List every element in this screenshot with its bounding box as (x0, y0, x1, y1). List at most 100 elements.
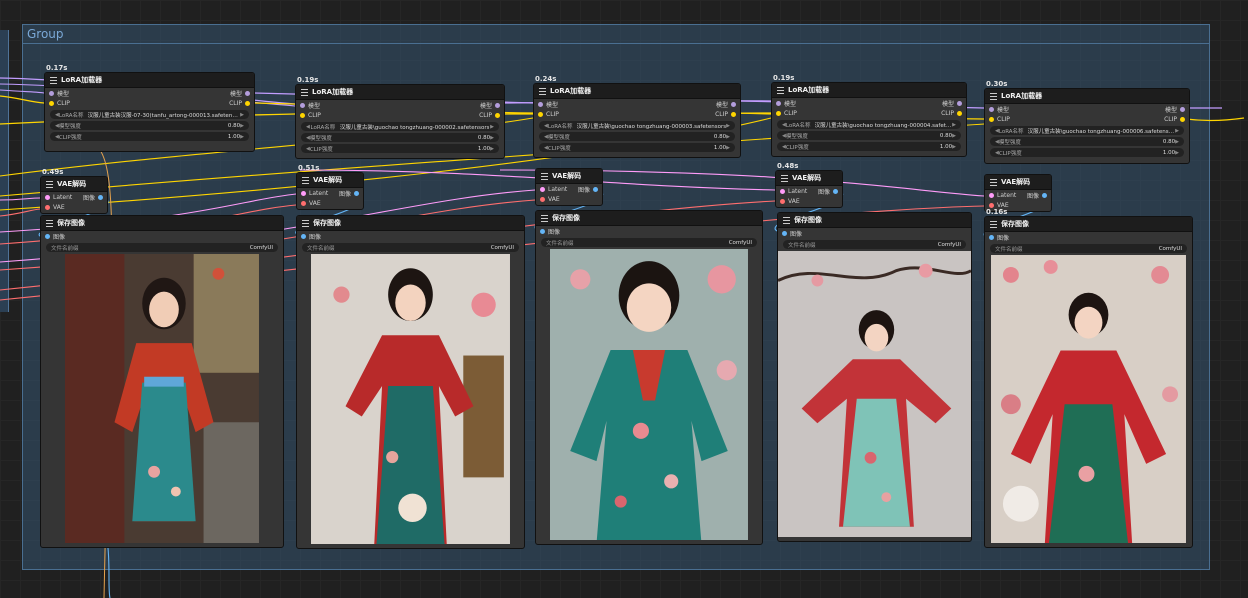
node-title-bar[interactable]: VAE解码 (536, 169, 602, 184)
arrow-right-icon[interactable]: ▶ (490, 135, 494, 141)
model-input-socket[interactable] (538, 101, 543, 107)
clip-strength-slider[interactable]: ◀ CLIP强度 1.00 ▶ (539, 143, 735, 152)
vae-input-socket[interactable] (780, 198, 785, 204)
filename-prefix-input[interactable]: 文件名前缀 ComfyUI (990, 244, 1187, 253)
image-input-socket[interactable] (989, 234, 994, 240)
model-input-socket[interactable] (989, 106, 994, 112)
model-strength-slider[interactable]: ◀ 模型强度 0.80 ▶ (50, 121, 249, 130)
vae-input-socket[interactable] (989, 202, 994, 208)
clip-output-socket[interactable] (245, 100, 250, 106)
clip-input-socket[interactable] (776, 110, 781, 116)
clip-strength-slider[interactable]: ◀ CLIP强度 1.00 ▶ (777, 142, 961, 151)
arrow-right-icon[interactable]: ▶ (1175, 128, 1179, 134)
model-input-socket[interactable] (49, 90, 54, 96)
arrow-right-icon[interactable]: ▶ (952, 144, 956, 150)
latent-input-socket[interactable] (989, 192, 994, 198)
filename-prefix-input[interactable]: 文件名前缀 ComfyUI (46, 243, 278, 252)
model-strength-slider[interactable]: ◀ 模型强度 0.80 ▶ (301, 133, 499, 142)
image-output-socket[interactable] (833, 188, 838, 194)
arrow-right-icon[interactable]: ▶ (726, 145, 730, 151)
model-output-socket[interactable] (731, 101, 736, 107)
image-input-socket[interactable] (540, 228, 545, 234)
menu-icon[interactable] (990, 92, 997, 100)
clip-output-socket[interactable] (495, 112, 500, 118)
arrow-right-icon[interactable]: ▶ (1175, 139, 1179, 145)
vae-decode-node[interactable]: VAE解码 Latent 图像 VAE (775, 170, 843, 208)
vae-decode-node[interactable]: VAE解码 Latent 图像 VAE (984, 174, 1052, 212)
image-input-socket[interactable] (45, 233, 50, 239)
arrow-right-icon[interactable]: ▶ (490, 124, 494, 130)
menu-icon[interactable] (46, 219, 53, 227)
lora-name-combo[interactable]: ◀ LoRA名称 汉服儿童古装\guochao tongzhuang-000006.… (990, 126, 1184, 135)
node-title-bar[interactable]: 保存图像 (297, 216, 524, 231)
arrow-right-icon[interactable]: ▶ (1175, 150, 1179, 156)
save-image-node[interactable]: 保存图像 图像 文件名前缀 ComfyUI (40, 215, 284, 548)
clip-output-socket[interactable] (1180, 116, 1185, 122)
node-title-bar[interactable]: LoRA加载器 (772, 83, 966, 98)
clip-input-socket[interactable] (989, 116, 994, 122)
latent-input-socket[interactable] (780, 188, 785, 194)
image-output-socket[interactable] (593, 186, 598, 192)
arrow-right-icon[interactable]: ▶ (240, 134, 244, 140)
model-input-socket[interactable] (776, 100, 781, 106)
clip-input-socket[interactable] (300, 112, 305, 118)
node-title-bar[interactable]: VAE解码 (985, 175, 1051, 190)
image-output-socket[interactable] (98, 194, 103, 200)
node-title-bar[interactable]: VAE解码 (776, 171, 842, 186)
node-title-bar[interactable]: LoRA加载器 (985, 89, 1189, 104)
arrow-right-icon[interactable]: ▶ (240, 112, 244, 118)
node-title-bar[interactable]: VAE解码 (297, 173, 363, 188)
image-preview[interactable] (550, 249, 748, 540)
node-title-bar[interactable]: LoRA加载器 (534, 84, 740, 99)
node-title-bar[interactable]: VAE解码 (41, 177, 107, 192)
node-title-bar[interactable]: LoRA加载器 (45, 73, 254, 88)
clip-strength-slider[interactable]: ◀ CLIP强度 1.00 ▶ (50, 132, 249, 141)
image-preview[interactable] (778, 251, 971, 537)
vae-decode-node[interactable]: VAE解码 Latent 图像 VAE (296, 172, 364, 210)
model-strength-slider[interactable]: ◀ 模型强度 0.80 ▶ (777, 131, 961, 140)
vae-decode-node[interactable]: VAE解码 Latent 图像 VAE (40, 176, 108, 214)
image-preview[interactable] (311, 254, 510, 544)
image-input-socket[interactable] (301, 233, 306, 239)
image-output-socket[interactable] (1042, 192, 1047, 198)
model-strength-slider[interactable]: ◀ 模型强度 0.80 ▶ (539, 132, 735, 141)
clip-input-socket[interactable] (49, 100, 54, 106)
filename-prefix-input[interactable]: 文件名前缀 ComfyUI (783, 240, 966, 249)
node-title-bar[interactable]: 保存图像 (536, 211, 762, 226)
model-output-socket[interactable] (957, 100, 962, 106)
save-image-node[interactable]: 保存图像 图像 文件名前缀 ComfyUI (296, 215, 525, 549)
lora-loader-node[interactable]: LoRA加载器 模型 模型 CLIP CLIP ◀ LoRA名称 汉服儿童古装\guoc… (295, 84, 505, 159)
image-output-socket[interactable] (354, 190, 359, 196)
menu-icon[interactable] (46, 180, 53, 188)
model-output-socket[interactable] (245, 90, 250, 96)
menu-icon[interactable] (302, 176, 309, 184)
latent-input-socket[interactable] (301, 190, 306, 196)
arrow-left-icon[interactable]: ◀ (306, 124, 310, 130)
model-input-socket[interactable] (300, 102, 305, 108)
save-image-node[interactable]: 保存图像 图像 文件名前缀 ComfyUI (535, 210, 763, 545)
lora-loader-node[interactable]: LoRA加载器 模型 模型 CLIP CLIP ◀ LoRA名称 汉服儿童古装\guoc… (984, 88, 1190, 164)
lora-name-combo[interactable]: ◀ LoRA名称 汉服儿童古装\guochao tongzhuang-000004.… (777, 120, 961, 129)
save-image-node[interactable]: 保存图像 图像 文件名前缀 ComfyUI (984, 216, 1193, 548)
model-output-socket[interactable] (1180, 106, 1185, 112)
latent-input-socket[interactable] (45, 194, 50, 200)
arrow-right-icon[interactable]: ▶ (952, 122, 956, 128)
arrow-right-icon[interactable]: ▶ (240, 123, 244, 129)
clip-strength-slider[interactable]: ◀ CLIP强度 1.00 ▶ (990, 148, 1184, 157)
lora-name-combo[interactable]: ◀ LoRA名称 汉服儿童古装汉服-07-30(tanfu_artong-00001… (50, 110, 249, 119)
image-input-socket[interactable] (782, 230, 787, 236)
arrow-right-icon[interactable]: ▶ (952, 133, 956, 139)
group-title[interactable]: Group (27, 27, 64, 41)
clip-output-socket[interactable] (957, 110, 962, 116)
model-strength-slider[interactable]: ◀ 模型强度 0.80 ▶ (990, 137, 1184, 146)
vae-input-socket[interactable] (540, 196, 545, 202)
lora-loader-node[interactable]: LoRA加载器 模型 模型 CLIP CLIP ◀ LoRA名称 汉服儿童古装\guoc… (771, 82, 967, 157)
vae-decode-node[interactable]: VAE解码 Latent 图像 VAE (535, 168, 603, 206)
clip-input-socket[interactable] (538, 111, 543, 117)
latent-input-socket[interactable] (540, 186, 545, 192)
node-title-bar[interactable]: 保存图像 (41, 216, 283, 231)
filename-prefix-input[interactable]: 文件名前缀 ComfyUI (302, 243, 519, 252)
save-image-node[interactable]: 保存图像 图像 文件名前缀 ComfyUI (777, 212, 972, 542)
menu-icon[interactable] (777, 86, 784, 94)
image-preview[interactable] (991, 255, 1186, 543)
